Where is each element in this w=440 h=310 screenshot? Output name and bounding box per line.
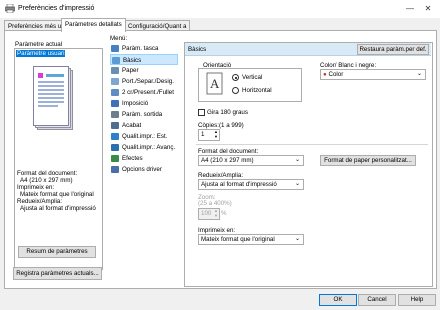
summary-print-on-label: Imprimeix en:: [17, 184, 55, 191]
output-icon: [111, 111, 119, 118]
copies-input[interactable]: 1 ▲ ▼: [198, 129, 220, 141]
help-button[interactable]: Help: [398, 294, 436, 306]
doc-format-select[interactable]: A4 (210 x 297 mm) ⌄: [198, 155, 304, 166]
menu-item-quality-standard[interactable]: Qualit.impr.: Est.: [110, 131, 178, 142]
print-on-label: Imprimeix en:: [198, 227, 236, 234]
portrait-page-icon: A: [206, 72, 223, 95]
zoom-range-label: (25 a 400%): [198, 200, 232, 207]
chevron-down-icon: ⌄: [294, 181, 300, 187]
chevron-down-icon: ⌄: [294, 236, 300, 242]
paper-icon: [111, 67, 119, 74]
custom-paper-format-button[interactable]: Format de paper personalitzat...: [320, 155, 416, 166]
job-settings-icon: [111, 45, 119, 52]
doc-format-label: Format del document:: [198, 148, 259, 155]
register-current-settings-button[interactable]: Registra paràmetres actuals...: [13, 267, 102, 280]
window-title: Preferències d'impressió: [18, 5, 95, 12]
print-on-select[interactable]: Mateix format que l'original ⌄: [198, 234, 304, 245]
menu-label: Menú:: [110, 35, 128, 42]
printer-icon: [5, 4, 15, 13]
orientation-vertical-radio[interactable]: [232, 74, 239, 81]
divider: [196, 144, 428, 145]
copies-label: Còpies:(1 a 999): [198, 122, 244, 129]
close-button[interactable]: ✕: [421, 3, 435, 15]
zoom-input[interactable]: 100 ▲ ▼: [198, 208, 220, 220]
imposition-icon: [111, 100, 119, 107]
current-setting-label: Paràmetre actual: [15, 41, 63, 48]
cancel-button[interactable]: Cancel: [358, 294, 396, 306]
reduce-enlarge-select[interactable]: Ajusta al format d'impressió ⌄: [198, 179, 304, 190]
zoom-stepper[interactable]: ▲ ▼: [214, 208, 218, 218]
svg-text:A: A: [210, 76, 220, 91]
rotate-180-label: Gira 180 graus: [207, 109, 248, 116]
effects-icon: [111, 155, 119, 162]
menu-item-driver-options[interactable]: Opcions driver: [110, 164, 178, 175]
menu-item-imposition[interactable]: Imposició: [110, 98, 178, 109]
menu-list: Paràm. tasca Bàsics Paper Port./Separ./D…: [110, 43, 182, 179]
menu-item-basics[interactable]: Bàsics: [110, 54, 178, 65]
chevron-down-icon: ⌄: [416, 71, 422, 77]
menu-item-job-settings[interactable]: Paràm. tasca: [110, 43, 178, 54]
restore-defaults-button[interactable]: Restaura paràm.per def.: [357, 44, 429, 55]
cover-icon: [111, 78, 119, 85]
menu-item-duplex[interactable]: 2 cr/Present./Fullet: [110, 87, 178, 98]
basic-settings-icon: [112, 57, 120, 64]
ok-button[interactable]: OK: [319, 294, 357, 306]
summary-reduce-label: Redueix/Amplia:: [17, 198, 63, 205]
summary-doc-format-label: Format del document:: [17, 170, 78, 177]
rotate-180-checkbox[interactable]: [198, 109, 205, 116]
chevron-down-icon: ⌄: [294, 157, 300, 163]
orientation-horizontal-radio[interactable]: [232, 87, 239, 94]
menu-item-cover[interactable]: Port./Separ./Desig.: [110, 76, 178, 87]
settings-summary-button[interactable]: Resum de paràmetres: [18, 246, 96, 258]
duplex-icon: [111, 89, 119, 96]
copies-stepper[interactable]: ▲ ▼: [214, 129, 218, 139]
tab-detailed-settings[interactable]: Paràmetres detallats: [61, 18, 126, 32]
quality-standard-icon: [111, 133, 119, 140]
minimize-button[interactable]: —: [403, 3, 417, 15]
reduce-enlarge-label: Redueix/Amplia:: [198, 172, 244, 179]
page-preview: [33, 66, 73, 130]
panel-title: Bàsics: [188, 46, 207, 53]
menu-item-output[interactable]: Paràm. sortida: [110, 109, 178, 120]
menu-item-quality-advanced[interactable]: Qualit.impr.: Avanç.: [110, 142, 178, 153]
orientation-vertical-label: Vertical: [242, 74, 263, 81]
color-mode-select[interactable]: ● Color ⌄: [320, 69, 426, 80]
menu-item-effects[interactable]: Efectes: [110, 153, 178, 164]
menu-item-paper[interactable]: Paper: [110, 65, 178, 76]
orientation-horizontal-label: Horitzontal: [242, 87, 272, 94]
finishing-icon: [111, 122, 119, 129]
summary-doc-format-value: A4 (210 x 297 mm): [20, 177, 73, 184]
summary-reduce-value: Ajusta al format d'impressió: [20, 205, 96, 212]
summary-print-on-value: Mateix format que l'original: [20, 191, 94, 198]
quality-advanced-icon: [111, 144, 119, 151]
color-mode-label: Color/ Blanc i negre:: [320, 62, 377, 69]
title-bar: Preferències d'impressió — ✕: [0, 0, 440, 18]
menu-item-finishing[interactable]: Acabat: [110, 120, 178, 131]
zoom-unit: %: [221, 210, 227, 217]
color-palette-icon: ●: [323, 71, 327, 78]
current-setting-value[interactable]: Paràmetre usuari: [16, 50, 66, 57]
driver-options-icon: [111, 166, 119, 173]
